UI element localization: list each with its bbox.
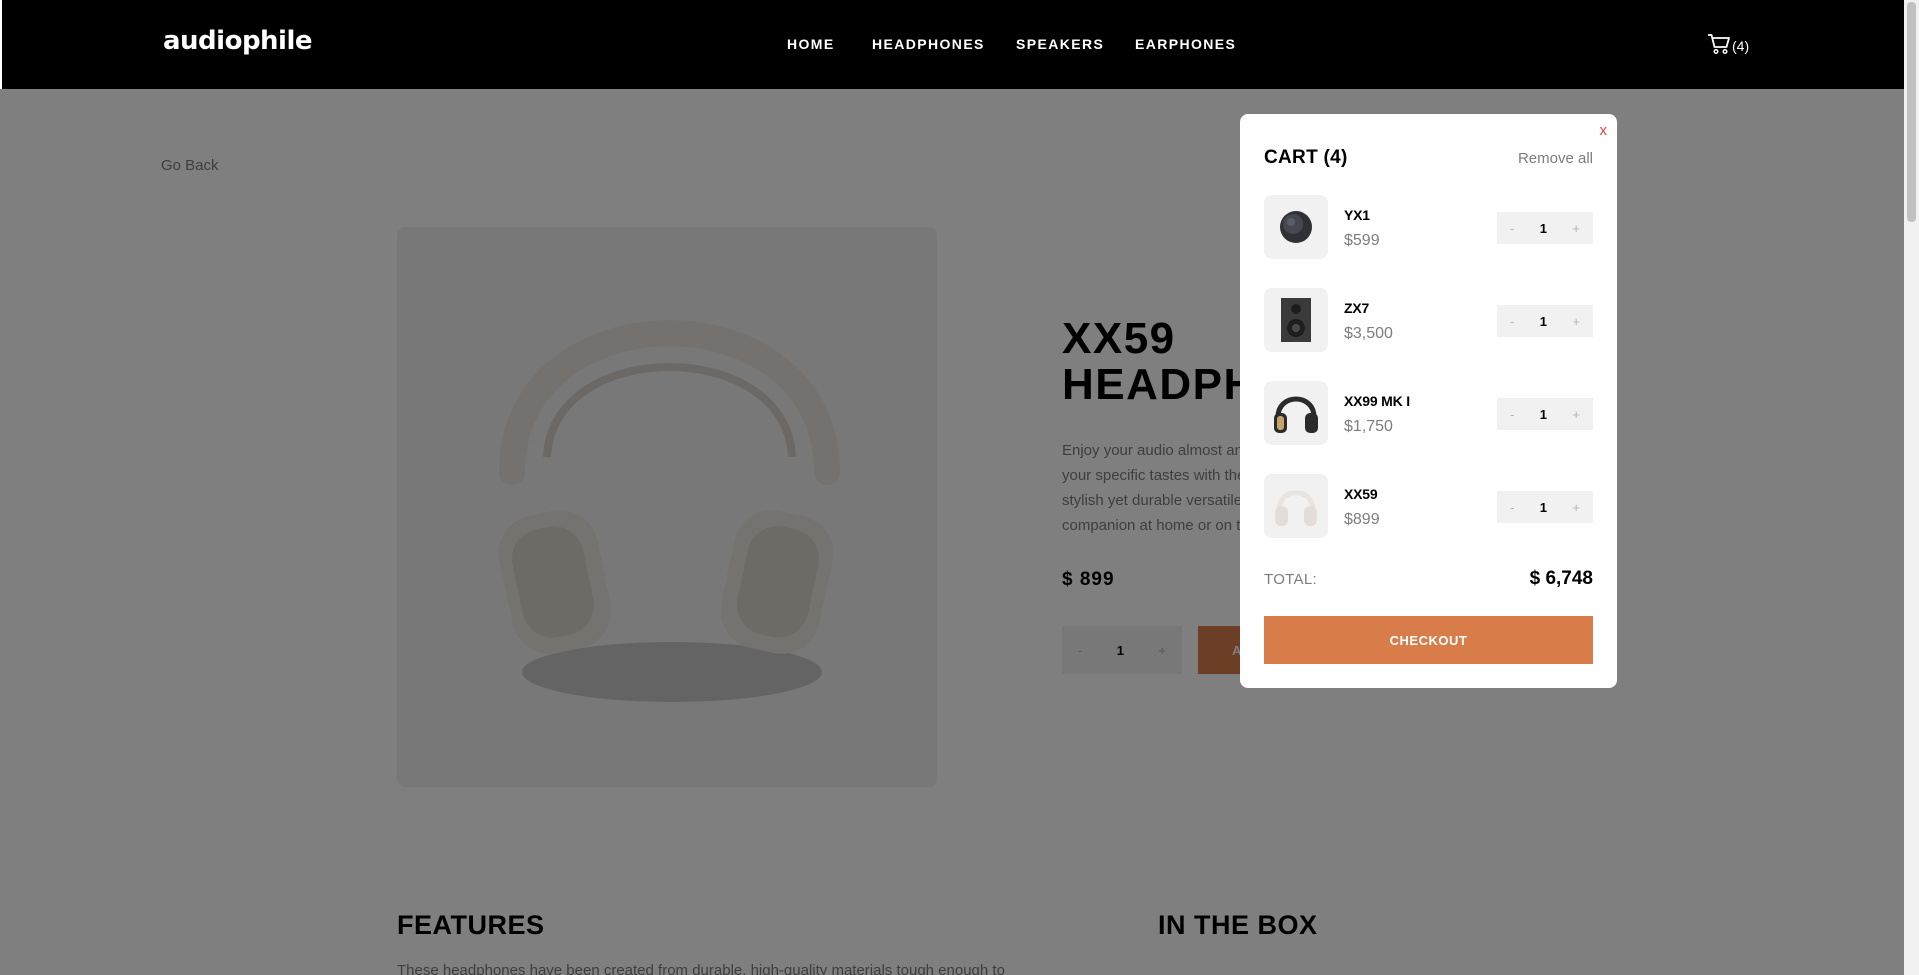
cart-modal: x CART (4) Remove all YX1 $599 - 1 + ZX7… [1240, 114, 1617, 688]
quantity-value: 1 [1539, 406, 1547, 422]
increase-button[interactable]: + [1572, 221, 1580, 236]
cart-icon [1707, 33, 1731, 58]
cart-item: XX59 $899 - 1 + [1264, 474, 1593, 538]
headphones-dark-icon [1264, 381, 1328, 445]
quantity-stepper: - 1 + [1497, 491, 1593, 523]
cart-item: ZX7 $3,500 - 1 + [1264, 288, 1593, 352]
remove-all-button[interactable]: Remove all [1518, 150, 1593, 167]
speaker-icon [1264, 288, 1328, 352]
quantity-value: 1 [1539, 313, 1547, 329]
page-scrollbar[interactable] [1904, 0, 1919, 975]
nav-headphones[interactable]: HEADPHONES [872, 36, 985, 52]
close-cart-button[interactable]: x [1600, 122, 1608, 139]
cart-item: YX1 $599 - 1 + [1264, 195, 1593, 259]
cart-item-name: XX59 [1344, 486, 1378, 502]
cart-item-price: $1,750 [1344, 418, 1393, 435]
scrollbar-thumb[interactable] [1907, 2, 1916, 222]
cart-item-name: XX99 MK I [1344, 393, 1410, 409]
increase-button[interactable]: + [1572, 500, 1580, 515]
decrease-button[interactable]: - [1510, 221, 1514, 236]
cart-item: XX99 MK I $1,750 - 1 + [1264, 381, 1593, 445]
cart-title: CART (4) [1264, 147, 1348, 168]
increase-button[interactable]: + [1572, 407, 1580, 422]
nav-earphones[interactable]: EARPHONES [1135, 36, 1236, 52]
cart-item-name: YX1 [1344, 207, 1370, 223]
increase-button[interactable]: + [1572, 314, 1580, 329]
cart-item-price: $599 [1344, 232, 1380, 249]
decrease-button[interactable]: - [1510, 407, 1514, 422]
logo[interactable]: audiophile [163, 26, 313, 56]
modal-overlay[interactable] [0, 89, 1904, 975]
quantity-stepper: - 1 + [1497, 305, 1593, 337]
quantity-value: 1 [1539, 220, 1547, 236]
decrease-button[interactable]: - [1510, 314, 1514, 329]
quantity-stepper: - 1 + [1497, 212, 1593, 244]
earphone-icon [1264, 195, 1328, 259]
cart-count: (4) [1732, 37, 1750, 54]
cart-item-price: $899 [1344, 511, 1380, 528]
site-header: audiophile HOME HEADPHONES SPEAKERS EARP… [0, 0, 1904, 89]
total-label: TOTAL: [1264, 571, 1317, 588]
nav-speakers[interactable]: SPEAKERS [1016, 36, 1104, 52]
total-value: $ 6,748 [1529, 568, 1593, 589]
cart-item-price: $3,500 [1344, 325, 1393, 342]
quantity-value: 1 [1539, 499, 1547, 515]
headphones-white-icon [1264, 474, 1328, 538]
quantity-stepper: - 1 + [1497, 398, 1593, 430]
cart-item-name: ZX7 [1344, 300, 1370, 316]
nav-home[interactable]: HOME [787, 36, 835, 52]
checkout-button[interactable]: CHECKOUT [1264, 616, 1593, 664]
decrease-button[interactable]: - [1510, 500, 1514, 515]
cart-button[interactable]: (4) [1707, 33, 1749, 58]
